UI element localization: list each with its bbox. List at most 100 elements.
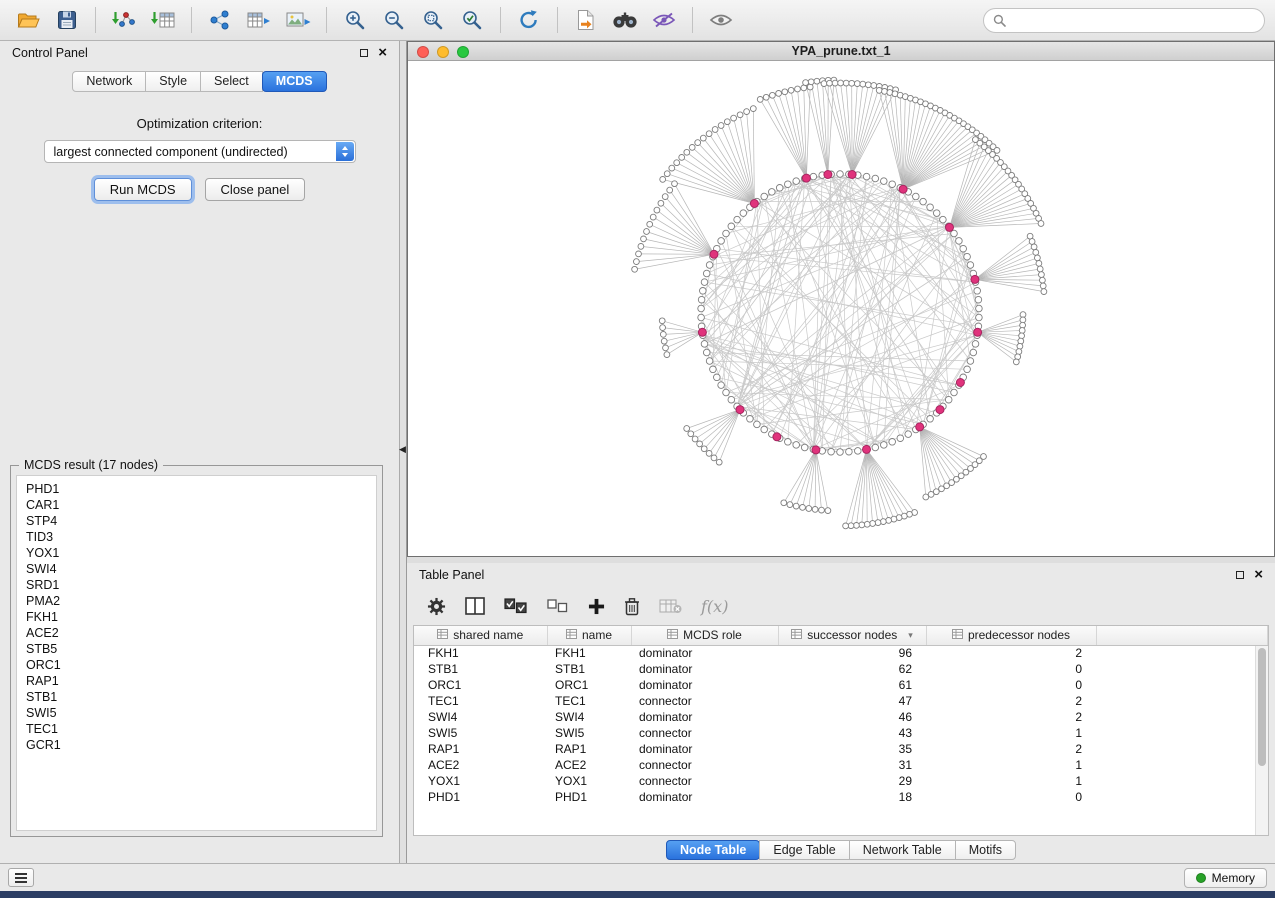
- run-mcds-button[interactable]: Run MCDS: [94, 178, 192, 201]
- cell-shared-name[interactable]: STB1: [414, 661, 547, 677]
- zoom-out-button[interactable]: [376, 4, 412, 36]
- export-image-button[interactable]: [280, 4, 316, 36]
- result-item-car1[interactable]: CAR1: [26, 497, 367, 513]
- birds-eye-view-button[interactable]: [703, 4, 739, 36]
- column-header-shared-name[interactable]: shared name: [414, 626, 547, 645]
- deselect-all-button[interactable]: [547, 599, 569, 613]
- share-document-button[interactable]: [568, 4, 604, 36]
- result-item-pma2[interactable]: PMA2: [26, 593, 367, 609]
- cell-name[interactable]: TEC1: [547, 693, 631, 709]
- cell-predecessor-nodes[interactable]: 2: [926, 645, 1096, 661]
- sort-chevron-icon[interactable]: ▾: [908, 630, 913, 641]
- cell-successor-nodes[interactable]: 61: [778, 677, 926, 693]
- vertical-splitter[interactable]: ◀: [400, 41, 407, 863]
- select-all-button[interactable]: [504, 598, 528, 614]
- cell-name[interactable]: ACE2: [547, 757, 631, 773]
- cell-name[interactable]: STB1: [547, 661, 631, 677]
- dropdown-stepper-icon[interactable]: [336, 142, 354, 161]
- result-item-tid3[interactable]: TID3: [26, 529, 367, 545]
- result-item-rap1[interactable]: RAP1: [26, 673, 367, 689]
- open-session-button[interactable]: [10, 4, 46, 36]
- cell-successor-nodes[interactable]: 31: [778, 757, 926, 773]
- cell-name[interactable]: SWI4: [547, 709, 631, 725]
- criterion-dropdown[interactable]: largest connected component (undirected): [44, 140, 356, 163]
- zoom-in-button[interactable]: [337, 4, 373, 36]
- result-item-yox1[interactable]: YOX1: [26, 545, 367, 561]
- table-tab-node-table[interactable]: Node Table: [666, 840, 760, 860]
- cell-successor-nodes[interactable]: 46: [778, 709, 926, 725]
- splitter-collapse-icon[interactable]: ◀: [399, 445, 406, 454]
- cell-name[interactable]: RAP1: [547, 741, 631, 757]
- scrollbar-thumb[interactable]: [1258, 648, 1266, 766]
- cell-mcds-role[interactable]: connector: [631, 725, 778, 741]
- tab-select[interactable]: Select: [200, 71, 263, 92]
- cell-shared-name[interactable]: ACE2: [414, 757, 547, 773]
- cell-shared-name[interactable]: ORC1: [414, 677, 547, 693]
- show-columns-button[interactable]: [465, 597, 485, 615]
- table-row-tec1[interactable]: TEC1TEC1connector472: [414, 693, 1268, 709]
- cell-name[interactable]: YOX1: [547, 773, 631, 789]
- column-header-mcds-role[interactable]: MCDS role: [631, 626, 778, 645]
- apply-layout-button[interactable]: [511, 4, 547, 36]
- search-input[interactable]: [1012, 13, 1255, 27]
- float-table-panel-icon[interactable]: [1236, 571, 1244, 579]
- tab-network[interactable]: Network: [72, 71, 146, 92]
- table-row-swi5[interactable]: SWI5SWI5connector431: [414, 725, 1268, 741]
- cell-name[interactable]: FKH1: [547, 645, 631, 661]
- cell-shared-name[interactable]: RAP1: [414, 741, 547, 757]
- graphics-details-button[interactable]: [646, 4, 682, 36]
- table-row-orc1[interactable]: ORC1ORC1dominator610: [414, 677, 1268, 693]
- search-field[interactable]: [983, 8, 1265, 33]
- cell-successor-nodes[interactable]: 47: [778, 693, 926, 709]
- cell-successor-nodes[interactable]: 29: [778, 773, 926, 789]
- cell-predecessor-nodes[interactable]: 2: [926, 741, 1096, 757]
- cell-shared-name[interactable]: SWI4: [414, 709, 547, 725]
- cell-mcds-role[interactable]: dominator: [631, 789, 778, 805]
- cell-successor-nodes[interactable]: 96: [778, 645, 926, 661]
- cell-name[interactable]: ORC1: [547, 677, 631, 693]
- table-tab-motifs[interactable]: Motifs: [955, 840, 1016, 860]
- status-menu-button[interactable]: [8, 868, 34, 887]
- close-table-panel-icon[interactable]: ×: [1254, 569, 1263, 581]
- memory-button[interactable]: Memory: [1184, 868, 1267, 888]
- cell-name[interactable]: SWI5: [547, 725, 631, 741]
- cell-predecessor-nodes[interactable]: 0: [926, 677, 1096, 693]
- cell-mcds-role[interactable]: connector: [631, 693, 778, 709]
- cell-mcds-role[interactable]: dominator: [631, 677, 778, 693]
- result-item-tec1[interactable]: TEC1: [26, 721, 367, 737]
- cell-successor-nodes[interactable]: 62: [778, 661, 926, 677]
- window-zoom-light[interactable]: [457, 46, 469, 58]
- cell-predecessor-nodes[interactable]: 2: [926, 709, 1096, 725]
- delete-column-button[interactable]: [624, 597, 640, 616]
- cell-mcds-role[interactable]: connector: [631, 773, 778, 789]
- cell-successor-nodes[interactable]: 35: [778, 741, 926, 757]
- table-tab-edge-table[interactable]: Edge Table: [759, 840, 849, 860]
- cell-shared-name[interactable]: TEC1: [414, 693, 547, 709]
- cell-shared-name[interactable]: SWI5: [414, 725, 547, 741]
- cell-shared-name[interactable]: FKH1: [414, 645, 547, 661]
- result-item-srd1[interactable]: SRD1: [26, 577, 367, 593]
- table-row-ace2[interactable]: ACE2ACE2connector311: [414, 757, 1268, 773]
- result-item-ace2[interactable]: ACE2: [26, 625, 367, 641]
- function-builder-button[interactable]: f(x): [701, 597, 728, 616]
- cell-name[interactable]: PHD1: [547, 789, 631, 805]
- tab-style[interactable]: Style: [145, 71, 201, 92]
- table-row-stb1[interactable]: STB1STB1dominator620: [414, 661, 1268, 677]
- zoom-fit-button[interactable]: [415, 4, 451, 36]
- cell-mcds-role[interactable]: connector: [631, 757, 778, 773]
- result-item-stp4[interactable]: STP4: [26, 513, 367, 529]
- result-item-swi5[interactable]: SWI5: [26, 705, 367, 721]
- column-header-predecessor-nodes[interactable]: predecessor nodes: [926, 626, 1096, 645]
- cell-mcds-role[interactable]: dominator: [631, 661, 778, 677]
- table-settings-button[interactable]: [427, 597, 446, 616]
- import-table-button[interactable]: [145, 4, 181, 36]
- zoom-selected-button[interactable]: [454, 4, 490, 36]
- table-scrollbar[interactable]: [1255, 646, 1268, 835]
- result-item-fkh1[interactable]: FKH1: [26, 609, 367, 625]
- network-canvas[interactable]: [408, 61, 1274, 555]
- result-item-phd1[interactable]: PHD1: [26, 481, 367, 497]
- cell-shared-name[interactable]: YOX1: [414, 773, 547, 789]
- cell-successor-nodes[interactable]: 18: [778, 789, 926, 805]
- cell-shared-name[interactable]: PHD1: [414, 789, 547, 805]
- cell-predecessor-nodes[interactable]: 0: [926, 789, 1096, 805]
